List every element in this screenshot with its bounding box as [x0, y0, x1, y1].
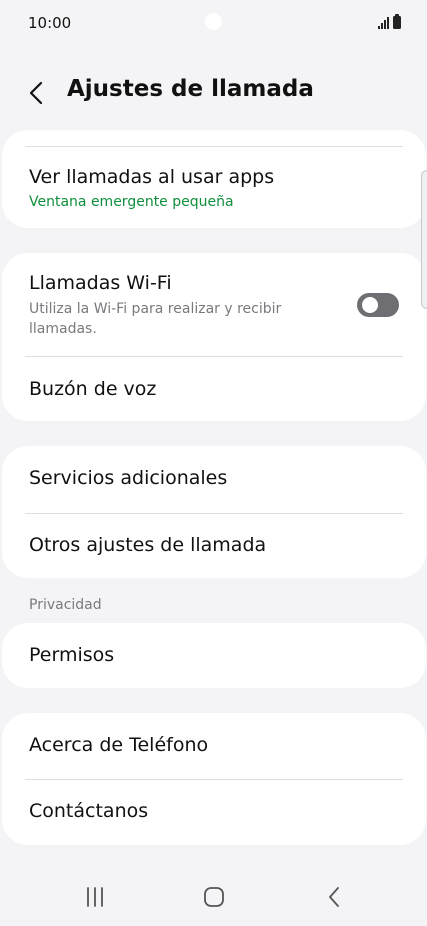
chevron-left-icon: [29, 81, 43, 105]
card-about: Acerca de Teléfono Contáctanos: [2, 713, 426, 845]
row-voicemail[interactable]: Buzón de voz: [2, 357, 426, 421]
row-permissions[interactable]: Permisos: [2, 623, 426, 688]
battery-icon: [393, 14, 401, 29]
home-button[interactable]: [194, 882, 234, 912]
row-title: Acerca de Teléfono: [29, 734, 209, 756]
back-icon: [329, 887, 339, 907]
row-additional-services[interactable]: Servicios adicionales: [2, 446, 426, 513]
row-title: Servicios adicionales: [29, 467, 228, 489]
row-popup-calls[interactable]: Ver llamadas al usar apps Ventana emerge…: [2, 130, 426, 228]
row-title: Otros ajustes de llamada: [29, 534, 267, 556]
recents-button[interactable]: [75, 882, 115, 912]
row-title: Buzón de voz: [29, 378, 157, 400]
home-icon: [204, 887, 224, 907]
wifi-calls-toggle[interactable]: [357, 293, 399, 317]
row-subtitle: Utiliza la Wi-Fi para realizar y recibir…: [29, 301, 282, 337]
row-title: Ver llamadas al usar apps: [29, 166, 275, 188]
row-wifi-calls[interactable]: Llamadas Wi-Fi Utiliza la Wi-Fi para rea…: [2, 253, 426, 356]
row-title: Llamadas Wi-Fi: [29, 272, 172, 294]
signal-icon: [378, 17, 389, 29]
back-button[interactable]: [22, 78, 52, 108]
row-title: Permisos: [29, 644, 115, 666]
row-contact-us[interactable]: Contáctanos: [2, 780, 426, 845]
status-icons: [378, 13, 401, 29]
toggle-knob: [362, 297, 378, 313]
nav-back-button[interactable]: [314, 882, 354, 912]
camera-cutout: [205, 13, 222, 30]
card-popup: Ver llamadas al usar apps Ventana emerge…: [2, 130, 426, 228]
app-header: Ajustes de llamada: [0, 70, 427, 114]
row-subtitle: Ventana emergente pequeña: [29, 194, 234, 210]
scrollbar-handle[interactable]: [421, 170, 427, 309]
card-wifi-voicemail: Llamadas Wi-Fi Utiliza la Wi-Fi para rea…: [2, 253, 426, 421]
row-about-phone[interactable]: Acerca de Teléfono: [2, 713, 426, 779]
row-title: Contáctanos: [29, 800, 149, 822]
card-services: Servicios adicionales Otros ajustes de l…: [2, 446, 426, 578]
section-label-privacy: Privacidad: [29, 597, 102, 613]
card-permissions: Permisos: [2, 623, 426, 688]
navigation-bar: [0, 872, 427, 926]
row-other-call-settings[interactable]: Otros ajustes de llamada: [2, 514, 426, 578]
page-title: Ajustes de llamada: [67, 76, 314, 102]
status-bar: 10:00: [0, 0, 427, 44]
recents-icon: [87, 887, 103, 907]
status-time: 10:00: [28, 14, 72, 32]
